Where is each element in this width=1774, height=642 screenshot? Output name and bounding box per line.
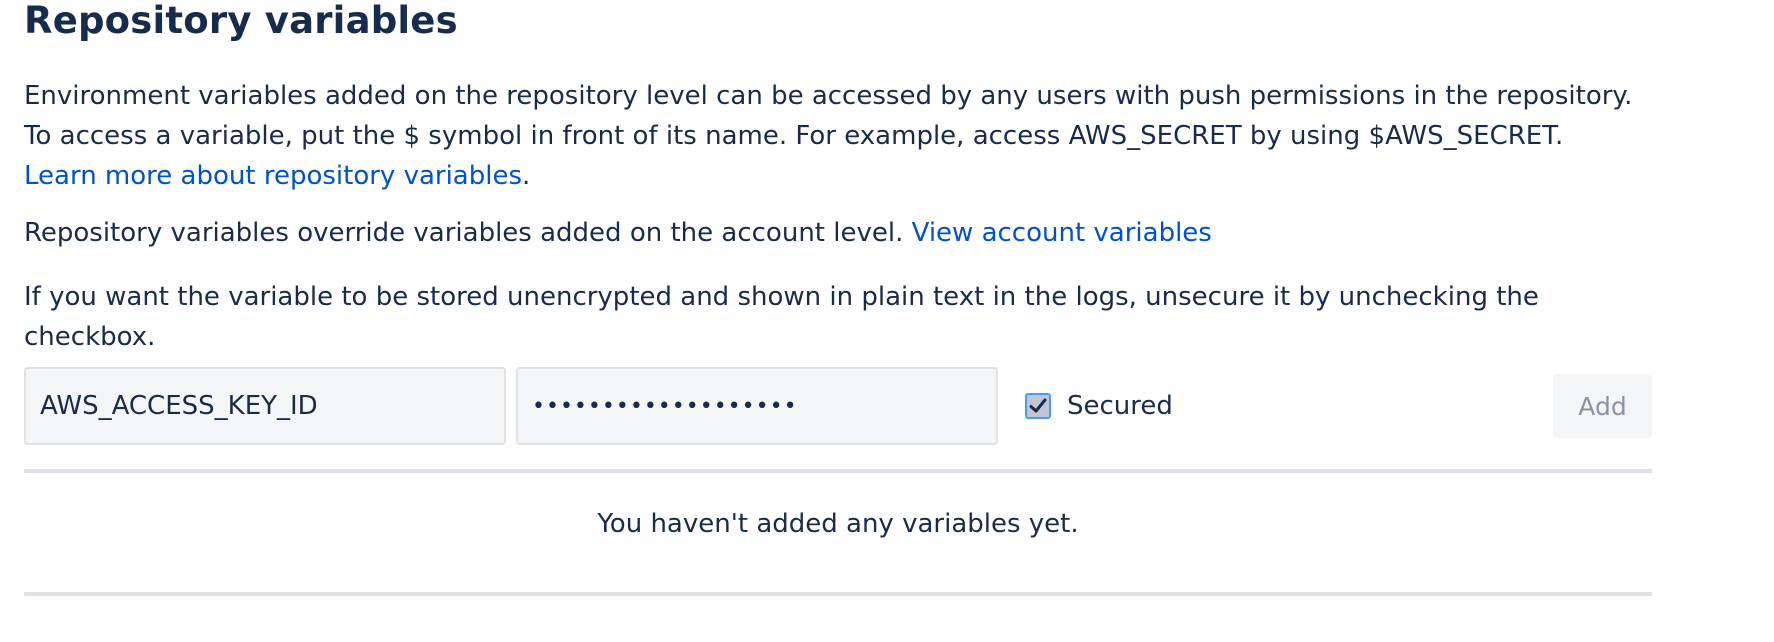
- learn-more-suffix: .: [522, 161, 531, 191]
- override-text: Repository variables override variables …: [24, 218, 904, 248]
- learn-more-link[interactable]: Learn more about repository variables: [24, 161, 522, 191]
- repository-variables-section: Repository variables Environment variabl…: [24, 0, 1652, 596]
- page-title: Repository variables: [24, 0, 458, 42]
- list-top-divider: [24, 469, 1652, 473]
- add-button[interactable]: Add: [1553, 374, 1652, 438]
- unsecure-paragraph: If you want the variable to be stored un…: [24, 282, 1539, 352]
- view-account-variables-link[interactable]: View account variables: [912, 218, 1212, 248]
- override-paragraph: Repository variables override variables …: [24, 213, 1634, 253]
- secured-toggle[interactable]: Secured: [1025, 387, 1173, 425]
- secured-label: Secured: [1067, 391, 1173, 421]
- variable-name-input[interactable]: AWS_ACCESS_KEY_ID: [24, 367, 506, 445]
- add-variable-form: AWS_ACCESS_KEY_ID ••••••••••••••••••• Se…: [24, 367, 1652, 445]
- list-bottom-divider: [24, 592, 1652, 596]
- checkmark-icon: [1029, 398, 1047, 413]
- description-paragraph: Environment variables added on the repos…: [24, 76, 1644, 196]
- description-text: Environment variables added on the repos…: [24, 81, 1633, 151]
- secured-checkbox[interactable]: [1025, 393, 1051, 419]
- empty-state-message: You haven't added any variables yet.: [597, 509, 1079, 539]
- variable-value-input[interactable]: •••••••••••••••••••: [516, 367, 998, 445]
